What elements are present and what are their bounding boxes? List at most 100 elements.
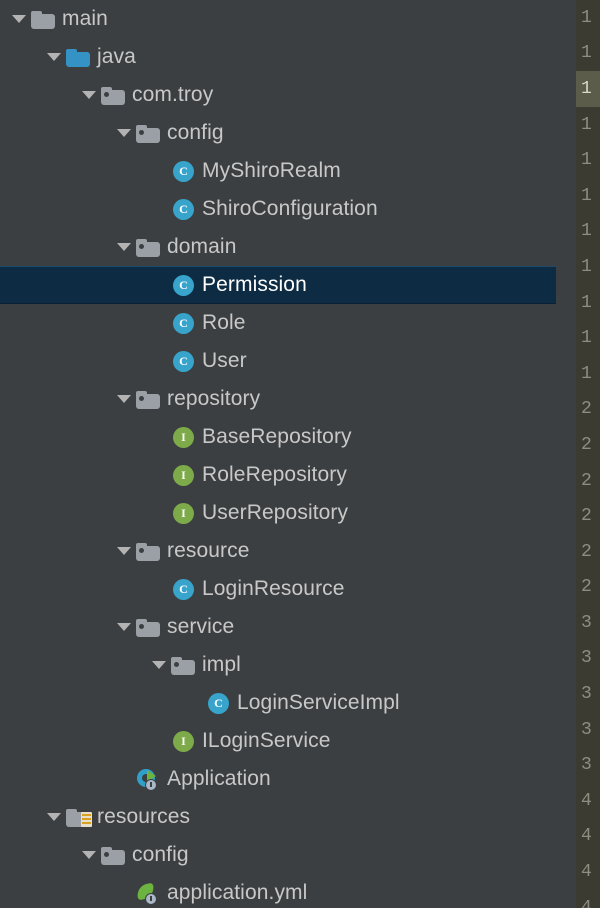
tree-row[interactable]: com.troy — [0, 76, 556, 114]
tree-item-label: service — [167, 615, 235, 638]
resources-folder-icon — [65, 804, 92, 830]
spring-boot-app-icon — [135, 766, 161, 792]
tree-item-label: java — [97, 45, 136, 68]
line-number: 1 — [581, 150, 592, 171]
chevron-down-icon[interactable] — [113, 532, 135, 570]
line-number: 1 — [581, 292, 592, 313]
spring-yaml-file-icon — [135, 880, 161, 906]
tree-item-label: MyShiroRealm — [202, 159, 341, 182]
tree-item-label: BaseRepository — [202, 425, 352, 448]
project-tree[interactable]: main java com.troy config C MyShiroRealm C Shir… — [0, 0, 556, 908]
chevron-down-icon[interactable] — [113, 228, 135, 266]
chevron-down-icon[interactable] — [113, 608, 135, 646]
chevron-down-icon[interactable] — [113, 114, 135, 152]
tree-row[interactable]: domain — [0, 228, 556, 266]
line-number: 1 — [581, 328, 592, 349]
line-number: 2 — [581, 541, 592, 562]
line-number: 1 — [581, 363, 592, 384]
java-class-icon: C — [170, 310, 196, 336]
line-number: 4 — [581, 790, 592, 811]
tree-item-label: repository — [167, 387, 261, 410]
chevron-down-icon[interactable] — [8, 0, 30, 38]
tree-row[interactable]: I RoleRepository — [0, 456, 556, 494]
chevron-down-icon[interactable] — [148, 646, 170, 684]
tree-item-label: LoginServiceImpl — [237, 691, 400, 714]
no-arrow-spacer — [148, 494, 170, 532]
tree-row[interactable]: impl — [0, 646, 556, 684]
tree-item-label: Application — [167, 767, 271, 790]
tree-row[interactable]: C Permission — [0, 266, 556, 304]
tree-row[interactable]: application.yml — [0, 874, 556, 908]
tree-row[interactable]: C User — [0, 342, 556, 380]
line-number: 2 — [581, 506, 592, 527]
tree-row[interactable]: Application — [0, 760, 556, 798]
chevron-down-icon[interactable] — [43, 798, 65, 836]
tree-item-label: Permission — [202, 273, 307, 296]
java-class-icon: C — [170, 158, 196, 184]
tree-item-label: domain — [167, 235, 237, 258]
tree-row[interactable]: I UserRepository — [0, 494, 556, 532]
no-arrow-spacer — [148, 722, 170, 760]
line-number: 1 — [576, 71, 600, 107]
line-number: 1 — [581, 221, 592, 242]
tree-row[interactable]: main — [0, 0, 556, 38]
line-number: 3 — [581, 612, 592, 633]
package-folder-icon — [135, 614, 161, 640]
tree-item-label: resources — [97, 805, 191, 828]
tree-row[interactable]: C LoginServiceImpl — [0, 684, 556, 722]
line-number: 4 — [581, 826, 592, 847]
tree-row[interactable]: config — [0, 836, 556, 874]
tree-item-label: ShiroConfiguration — [202, 197, 378, 220]
tree-row[interactable]: resources — [0, 798, 556, 836]
line-number: 1 — [581, 114, 592, 135]
package-folder-icon — [135, 538, 161, 564]
tree-row[interactable]: config — [0, 114, 556, 152]
no-arrow-spacer — [148, 342, 170, 380]
scrollbar-track[interactable] — [556, 0, 576, 908]
tree-row[interactable]: C Role — [0, 304, 556, 342]
no-arrow-spacer — [148, 418, 170, 456]
package-folder-icon — [100, 842, 126, 868]
tree-row[interactable]: C ShiroConfiguration — [0, 190, 556, 228]
tree-row[interactable]: java — [0, 38, 556, 76]
line-number: 4 — [581, 897, 592, 908]
java-class-icon: C — [170, 196, 196, 222]
java-interface-icon: I — [170, 424, 196, 450]
tree-row[interactable]: C LoginResource — [0, 570, 556, 608]
tree-row[interactable]: service — [0, 608, 556, 646]
chevron-down-icon[interactable] — [78, 836, 100, 874]
no-arrow-spacer — [113, 874, 135, 908]
tree-item-label: application.yml — [167, 881, 308, 904]
tree-row[interactable]: C MyShiroRealm — [0, 152, 556, 190]
line-number: 1 — [581, 256, 592, 277]
line-number: 1 — [581, 7, 592, 28]
tree-item-label: com.troy — [132, 83, 214, 106]
tree-row[interactable]: repository — [0, 380, 556, 418]
tree-row[interactable]: I BaseRepository — [0, 418, 556, 456]
editor-gutter: 1 1 1 1 1 1 1 1 1 1 1 2 2 2 2 2 2 3 3 3 3 3 4 4 4 4 — [576, 0, 600, 908]
line-number: 2 — [581, 399, 592, 420]
java-class-icon: C — [170, 348, 196, 374]
chevron-down-icon[interactable] — [78, 76, 100, 114]
tree-row[interactable]: I ILoginService — [0, 722, 556, 760]
chevron-down-icon[interactable] — [43, 38, 65, 76]
package-folder-icon — [135, 386, 161, 412]
line-number: 3 — [581, 684, 592, 705]
tree-row[interactable]: resource — [0, 532, 556, 570]
chevron-down-icon[interactable] — [113, 380, 135, 418]
tree-item-label: main — [62, 7, 108, 30]
